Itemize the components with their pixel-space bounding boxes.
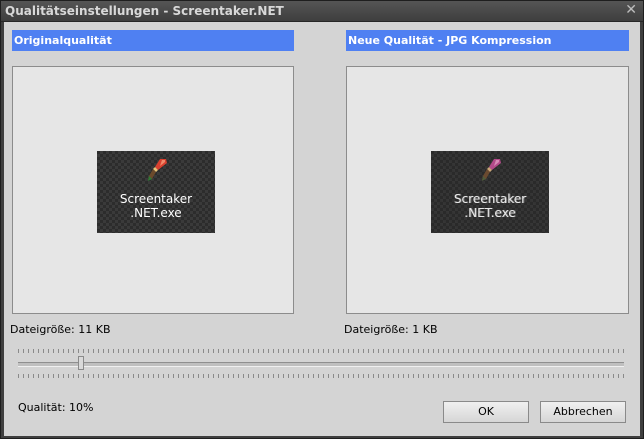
original-label-line1: Screentaker xyxy=(119,192,193,206)
slider-thumb[interactable] xyxy=(78,356,84,370)
compressed-label-line2: .NET.exe xyxy=(464,206,516,220)
new-quality-header: Neue Qualität - JPG Kompression xyxy=(346,30,629,51)
compressed-preview: Screentaker .NET.exe xyxy=(346,66,629,314)
slider-ticks-top xyxy=(18,349,624,353)
compressed-thumbnail: Screentaker .NET.exe xyxy=(431,151,549,233)
brush-icon xyxy=(148,159,167,181)
original-label-line2: .NET.exe xyxy=(130,206,182,220)
original-thumbnail-label: Screentaker .NET.exe xyxy=(97,192,215,220)
quality-slider[interactable] xyxy=(18,349,624,379)
compressed-label-line1: Screentaker xyxy=(453,192,527,206)
brush-icon xyxy=(482,159,501,181)
ok-button[interactable]: OK xyxy=(443,401,529,423)
title-bar[interactable]: Qualitätseinstellungen - Screentaker.NET… xyxy=(1,1,643,22)
quality-settings-window: Qualitätseinstellungen - Screentaker.NET… xyxy=(0,0,644,439)
cancel-button[interactable]: Abbrechen xyxy=(540,401,626,423)
dialog-content: Originalqualität Screentaker .NET.exe Da… xyxy=(4,22,640,436)
original-thumbnail: Screentaker .NET.exe xyxy=(97,151,215,233)
original-filesize: Dateigröße: 11 KB xyxy=(10,323,111,336)
window-title: Qualitätseinstellungen - Screentaker.NET xyxy=(5,4,284,18)
close-icon[interactable]: ✕ xyxy=(625,3,637,17)
original-quality-header: Originalqualität xyxy=(12,30,294,51)
slider-ticks-bottom xyxy=(18,374,624,378)
quality-label: Qualität: 10% xyxy=(18,401,94,414)
slider-track[interactable] xyxy=(18,362,624,367)
original-preview: Screentaker .NET.exe xyxy=(12,66,294,314)
compressed-filesize: Dateigröße: 1 KB xyxy=(344,323,438,336)
compressed-thumbnail-label: Screentaker .NET.exe xyxy=(431,192,549,220)
